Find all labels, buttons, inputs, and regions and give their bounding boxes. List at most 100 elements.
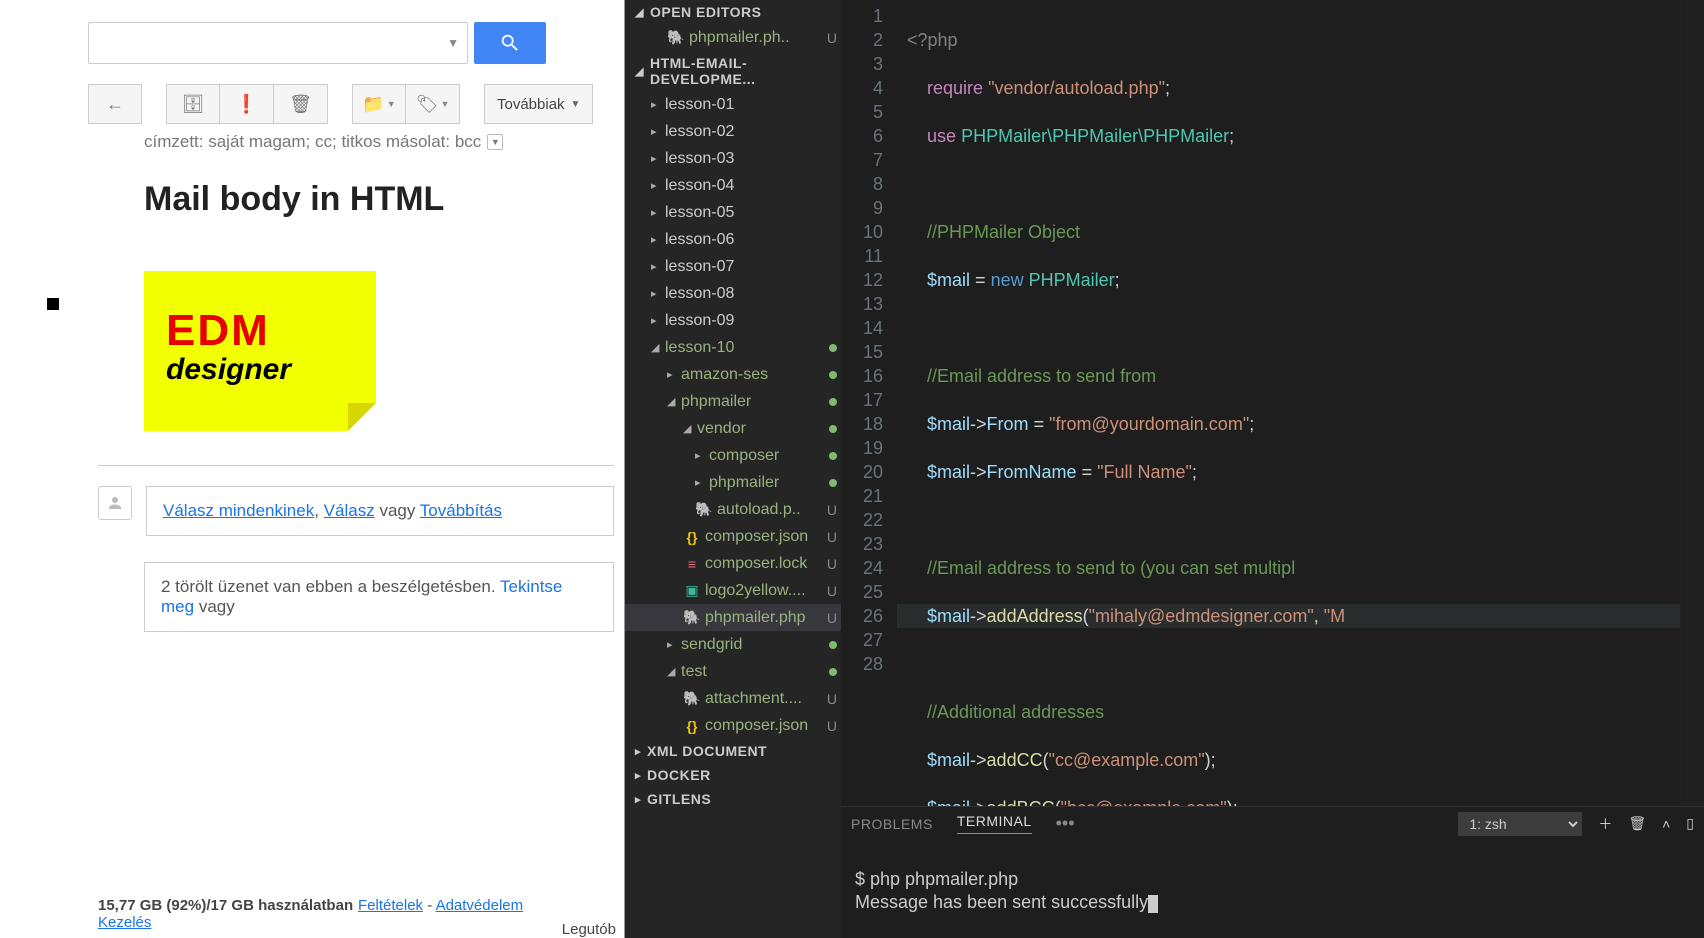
logo-line2: designer [166,353,354,387]
file-autoload[interactable]: 🐘autoload.p..U [625,496,841,523]
trash-icon: 🗑 [289,94,312,115]
search-button[interactable] [474,22,546,64]
deleted-text: 2 törölt üzenet van ebben a beszélgetésb… [161,577,496,596]
manage-storage-link[interactable]: Kezelés [98,914,151,931]
line-gutter: 1234567891011121314151617181920212223242… [841,0,897,806]
forward-link[interactable]: Továbbítás [420,501,502,520]
editor-area: 1234567891011121314151617181920212223242… [841,0,1704,938]
file-test-composer-json[interactable]: {}composer.jsonU [625,712,841,739]
recipients-line: címzett: saját magam; cc; titkos másolat… [144,132,614,152]
file-composer-lock[interactable]: ≡composer.lockU [625,550,841,577]
dot-icon [829,344,837,352]
reply-link[interactable]: Válasz [324,501,375,520]
delete-button[interactable]: 🗑 [274,84,328,124]
recipients-text: címzett: saját magam; cc; titkos másolat… [144,132,481,152]
folder-phpmailer[interactable]: ◢phpmailer [625,388,841,415]
email-logo-image: EDM designer [144,271,376,431]
php-icon: 🐘 [667,29,685,46]
vscode-pane: ◢OPEN EDITORS 🐘 phpmailer.ph.. U ◢HTML-E… [625,0,1704,938]
xml-section[interactable]: ▸XML DOCUMENT [625,739,841,763]
folder-lesson-07[interactable]: ▸lesson-07 [625,253,841,280]
search-icon [499,32,521,54]
recipients-dropdown-icon[interactable]: ▼ [487,134,503,150]
back-button[interactable]: ← [88,84,142,124]
docker-section[interactable]: ▸DOCKER [625,763,841,787]
panel-tabbar: PROBLEMS TERMINAL ••• 1: zsh ＋ 🗑 ˄ ▯ [841,806,1704,840]
spam-icon: ❗ [235,94,257,115]
gmail-toolbar: ← 🗄 ❗ 🗑 📁▼ 🏷▼ Továbbiak ▼ [0,84,624,132]
more-label: Továbbiak [497,96,565,113]
reply-all-link[interactable]: Válasz mindenkinek [163,501,314,520]
reply-composer[interactable]: Válasz mindenkinek, Válasz vagy Továbbít… [146,486,614,536]
chevron-down-icon: ▼ [571,99,581,110]
deleted-notice: 2 törölt üzenet van ebben a beszélgetésb… [144,562,614,632]
folder-icon: 📁 [362,94,384,115]
minimap[interactable] [1680,0,1704,806]
tag-icon: 🏷 [416,94,439,115]
tab-terminal[interactable]: TERMINAL [957,813,1032,834]
folder-lesson-06[interactable]: ▸lesson-06 [625,226,841,253]
file-attachment[interactable]: 🐘attachment....U [625,685,841,712]
artifact-square [47,298,59,310]
folder-vendor[interactable]: ◢vendor [625,415,841,442]
folder-composer[interactable]: ▸composer [625,442,841,469]
privacy-link[interactable]: Adatvédelem [436,897,524,914]
gitlens-section[interactable]: ▸GITLENS [625,787,841,811]
terminal[interactable]: $ php phpmailer.php Message has been sen… [841,840,1704,938]
php-icon: 🐘 [683,609,701,626]
gmail-body: címzett: saját magam; cc; titkos másolat… [0,132,624,887]
terminal-shell-select[interactable]: 1: zsh [1458,812,1582,836]
more-button[interactable]: Továbbiak ▼ [484,84,593,124]
archive-button[interactable]: 🗄 [166,84,220,124]
terms-link[interactable]: Feltételek [358,897,423,914]
file-phpmailer-php[interactable]: 🐘phpmailer.phpU [625,604,841,631]
archive-icon: 🗄 [182,94,205,115]
folder-lesson-04[interactable]: ▸lesson-04 [625,172,841,199]
folder-lesson-02[interactable]: ▸lesson-02 [625,118,841,145]
more-icon[interactable]: ••• [1056,813,1075,834]
code-editor[interactable]: 1234567891011121314151617181920212223242… [841,0,1704,806]
tab-problems[interactable]: PROBLEMS [851,816,933,832]
move-button[interactable]: 📁▼ [352,84,406,124]
divider [98,465,614,466]
person-icon [106,494,124,512]
folder-lesson-08[interactable]: ▸lesson-08 [625,280,841,307]
folder-lesson-01[interactable]: ▸lesson-01 [625,91,841,118]
trash-icon[interactable]: 🗑 [1628,815,1646,832]
split-icon[interactable]: ▯ [1686,815,1694,832]
gmail-search-row: ▼ [0,0,624,84]
open-editors-section[interactable]: ◢OPEN EDITORS [625,0,841,24]
folder-phpmailer-sub[interactable]: ▸phpmailer [625,469,841,496]
open-editor-file[interactable]: 🐘 phpmailer.ph.. U [625,24,841,51]
gmail-pane: ▼ ← 🗄 ❗ 🗑 📁▼ 🏷▼ Továbbiak ▼ címzett: saj… [0,0,625,938]
file-logo[interactable]: ▣logo2yellow....U [625,577,841,604]
lock-icon: ≡ [683,556,701,572]
folder-lesson-09[interactable]: ▸lesson-09 [625,307,841,334]
storage-used: 15,77 GB (92%)/17 GB [98,897,254,914]
folder-lesson-03[interactable]: ▸lesson-03 [625,145,841,172]
chevron-up-icon[interactable]: ˄ [1662,816,1670,832]
folder-lesson-10[interactable]: ◢lesson-10 [625,334,841,361]
spam-button[interactable]: ❗ [220,84,274,124]
folder-test[interactable]: ◢test [625,658,841,685]
file-composer-json[interactable]: {}composer.jsonU [625,523,841,550]
folder-amazon-ses[interactable]: ▸amazon-ses [625,361,841,388]
label-button[interactable]: 🏷▼ [406,84,460,124]
avatar [98,486,132,520]
folder-sendgrid[interactable]: ▸sendgrid [625,631,841,658]
chevron-down-icon[interactable]: ▼ [447,36,459,50]
back-icon: ← [106,94,124,115]
image-icon: ▣ [683,582,701,599]
json-icon: {} [683,529,701,545]
terminal-output: Message has been sent successfully [855,892,1148,912]
search-input[interactable]: ▼ [88,22,468,64]
code-lines: <?php require "vendor/autoload.php"; use… [897,0,1680,806]
php-icon: 🐘 [683,690,701,707]
gmail-footer: 15,77 GB (92%)/17 GB használatban Kezelé… [0,887,624,938]
cursor-icon [1148,895,1158,913]
plus-icon[interactable]: ＋ [1598,814,1612,834]
reply-row: Válasz mindenkinek, Válasz vagy Továbbít… [98,486,614,536]
folder-lesson-05[interactable]: ▸lesson-05 [625,199,841,226]
project-section[interactable]: ◢HTML-EMAIL-DEVELOPME... [625,51,841,91]
php-icon: 🐘 [695,501,713,518]
